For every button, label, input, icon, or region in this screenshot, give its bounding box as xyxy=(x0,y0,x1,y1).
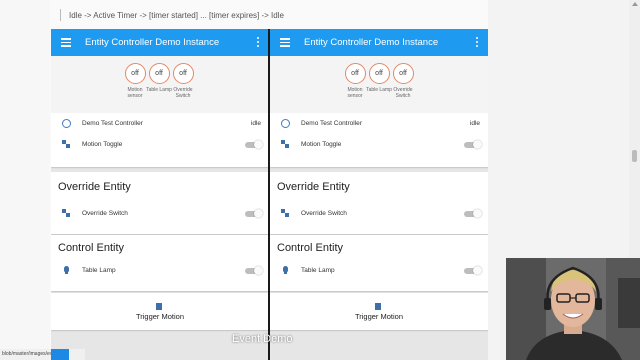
badge-state: off xyxy=(148,63,170,84)
override-switch-toggle[interactable] xyxy=(464,209,482,218)
controller-row[interactable]: Demo Test Controller idle xyxy=(51,115,269,133)
trigger-motion-button[interactable]: Trigger Motion xyxy=(270,312,488,321)
trigger-motion-button[interactable]: Trigger Motion xyxy=(51,312,269,321)
menu-icon[interactable] xyxy=(61,38,71,47)
motion-toggle-label: Motion Toggle xyxy=(82,141,123,148)
menu-icon[interactable] xyxy=(280,38,290,47)
badge-override-switch[interactable]: off Override Switch xyxy=(169,63,197,99)
badge-label: Override Switch xyxy=(393,87,413,99)
file-icon xyxy=(156,303,162,310)
motion-toggle-switch[interactable] xyxy=(245,140,263,149)
switch-icon xyxy=(281,209,290,218)
override-row: Override Switch xyxy=(51,205,269,223)
webcam-image xyxy=(506,258,640,360)
scrollbar-thumb[interactable] xyxy=(632,150,637,162)
badge-state: off xyxy=(172,63,194,84)
badge-state: off xyxy=(392,63,414,84)
instance-panel-right: Entity Controller Demo Instance off Moti… xyxy=(270,29,488,360)
control-row: Table Lamp xyxy=(270,262,488,280)
overlay-caption: Event Demo xyxy=(232,333,293,345)
controller-state: idle xyxy=(469,120,480,127)
switch-icon xyxy=(62,140,71,149)
more-vert-icon[interactable] xyxy=(257,37,260,48)
page-gutter xyxy=(0,0,50,360)
app-bar: Entity Controller Demo Instance xyxy=(270,29,488,56)
controller-row[interactable]: Demo Test Controller idle xyxy=(270,115,488,133)
motion-toggle-row: Motion Toggle xyxy=(51,136,269,154)
switch-icon xyxy=(62,209,71,218)
app-title: Entity Controller Demo Instance xyxy=(304,37,439,48)
controller-name: Demo Test Controller xyxy=(82,120,143,127)
quote-bar xyxy=(60,9,61,21)
motion-toggle-row: Motion Toggle xyxy=(270,136,488,154)
ring-icon xyxy=(62,119,71,128)
trigger-card[interactable]: Trigger Motion xyxy=(270,293,488,330)
status-bar-url: blob/master/images/events.gif xyxy=(0,349,85,360)
file-icon xyxy=(375,303,381,310)
more-vert-icon[interactable] xyxy=(476,37,479,48)
app-title: Entity Controller Demo Instance xyxy=(85,37,220,48)
trigger-card[interactable]: Trigger Motion xyxy=(51,293,269,330)
control-label: Table Lamp xyxy=(301,267,335,274)
control-title: Control Entity xyxy=(277,242,344,254)
webcam-overlay xyxy=(506,258,640,360)
scroll-up-arrow-icon[interactable] xyxy=(632,2,638,6)
controller-card: Demo Test Controller idle Motion Toggle xyxy=(270,113,488,167)
split-divider xyxy=(268,29,270,360)
badge-state: off xyxy=(344,63,366,84)
motion-toggle-label: Motion Toggle xyxy=(301,141,342,148)
override-label: Override Switch xyxy=(82,210,128,217)
badge-state: off xyxy=(124,63,146,84)
page-tab-indicator xyxy=(51,349,69,360)
override-label: Override Switch xyxy=(301,210,347,217)
override-title: Override Entity xyxy=(277,181,350,193)
app-bar: Entity Controller Demo Instance xyxy=(51,29,269,56)
control-card: Control Entity Table Lamp xyxy=(51,235,269,291)
table-lamp-toggle[interactable] xyxy=(245,266,263,275)
ring-icon xyxy=(281,119,290,128)
override-card: Override Entity Override Switch xyxy=(270,172,488,234)
motion-toggle-switch[interactable] xyxy=(464,140,482,149)
badge-override-switch[interactable]: off Override Switch xyxy=(389,63,417,99)
breadcrumb-text: Idle -> Active Timer -> [timer started] … xyxy=(69,10,284,20)
switch-icon xyxy=(281,140,290,149)
control-title: Control Entity xyxy=(58,242,125,254)
control-card: Control Entity Table Lamp xyxy=(270,235,488,291)
badge-state: off xyxy=(368,63,390,84)
controller-state: idle xyxy=(250,120,261,127)
controller-name: Demo Test Controller xyxy=(301,120,362,127)
control-label: Table Lamp xyxy=(82,267,116,274)
instance-panel-left: Entity Controller Demo Instance off Moti… xyxy=(51,29,269,360)
badge-label: Override Switch xyxy=(173,87,193,99)
override-row: Override Switch xyxy=(270,205,488,223)
control-row: Table Lamp xyxy=(51,262,269,280)
table-lamp-toggle[interactable] xyxy=(464,266,482,275)
override-title: Override Entity xyxy=(58,181,131,193)
override-switch-toggle[interactable] xyxy=(245,209,263,218)
breadcrumb: Idle -> Active Timer -> [timer started] … xyxy=(50,0,488,30)
controller-card: Demo Test Controller idle Motion Toggle xyxy=(51,113,269,167)
override-card: Override Entity Override Switch xyxy=(51,172,269,234)
